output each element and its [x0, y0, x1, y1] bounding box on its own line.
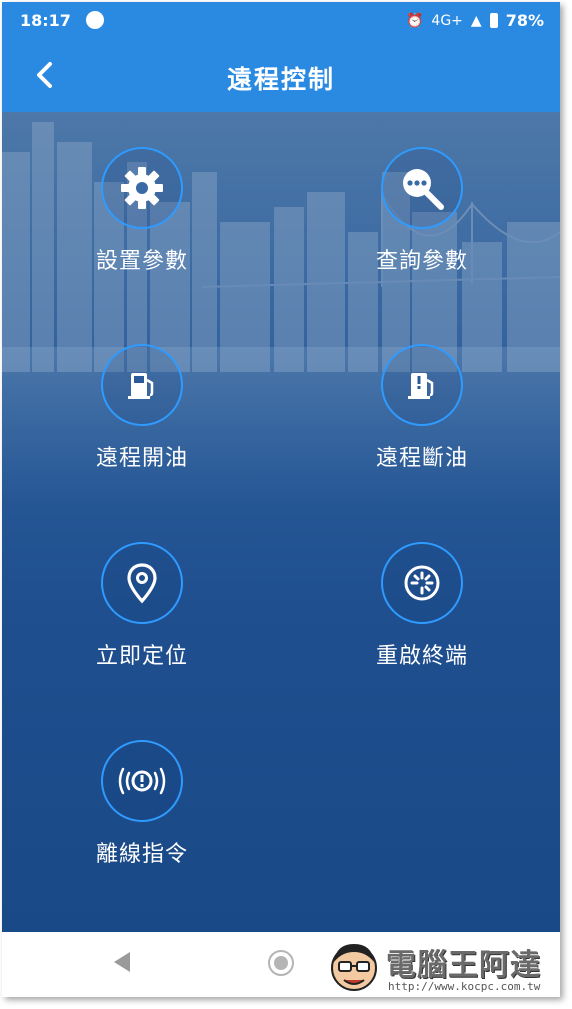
remote-fuel-on-icon-circle [101, 344, 183, 426]
set-parameters-button[interactable]: 設置參數 [72, 147, 212, 275]
search-dots-icon [403, 169, 444, 210]
query-parameters-button[interactable]: 查詢參數 [352, 147, 492, 275]
locate-now-button[interactable]: 立即定位 [72, 542, 212, 670]
set-parameters-icon-circle [101, 147, 183, 229]
alarm-icon: ⏰ [405, 12, 424, 29]
remote-fuel-off-button[interactable]: 遠程斷油 [352, 344, 492, 472]
location-pin-icon [127, 563, 157, 604]
nav-back-button[interactable] [114, 952, 130, 972]
locate-now-label: 立即定位 [95, 644, 188, 669]
watermark-url: http://www.kocpc.com.tw [388, 980, 541, 993]
nav-home-button[interactable] [268, 950, 294, 976]
status-right: ⏰ 4G+ ▲ 78% [406, 11, 544, 30]
signal-icon: ▲ [470, 12, 482, 29]
battery-icon [489, 13, 498, 28]
offline-command-button[interactable]: 離線指令 [72, 740, 212, 868]
battery-percent: 78% [505, 11, 544, 30]
page-title: 遠程控制 [226, 65, 335, 94]
network-label: 4G+ [431, 12, 463, 29]
remote-fuel-off-label: 遠程斷油 [375, 446, 468, 471]
status-time: 18:17 [20, 11, 71, 30]
broadcast-alert-icon [118, 767, 166, 795]
remote-fuel-on-button[interactable]: 遠程開油 [72, 344, 212, 472]
offline-command-label: 離線指令 [95, 842, 188, 867]
watermark-title: 電腦王阿達 [386, 948, 541, 983]
locate-now-icon-circle [101, 542, 183, 624]
mascot-face-icon [331, 944, 377, 991]
restart-icon [404, 565, 440, 601]
query-parameters-icon-circle [381, 147, 463, 229]
offline-command-icon-circle [101, 740, 183, 822]
restart-terminal-label: 重啟終端 [375, 644, 468, 669]
fuel-pump-alert-icon [408, 373, 434, 399]
notification-dot-icon [86, 11, 104, 29]
content-area: 設置參數 查詢參數 遠程開油 遠程斷油 立即定位 重啟終端 離線指令 [2, 112, 560, 932]
fuel-pump-icon [128, 373, 154, 399]
restart-terminal-icon-circle [381, 542, 463, 624]
watermark: 電腦王阿達 http://www.kocpc.com.tw [326, 938, 566, 998]
set-parameters-label: 設置參數 [95, 249, 188, 274]
gear-icon [121, 167, 163, 209]
query-parameters-label: 查詢參數 [375, 249, 468, 274]
remote-fuel-on-label: 遠程開油 [95, 446, 188, 471]
status-bar: 18:17 ⏰ 4G+ ▲ 78% [2, 2, 560, 40]
remote-fuel-off-icon-circle [381, 344, 463, 426]
restart-terminal-button[interactable]: 重啟終端 [352, 542, 492, 670]
app-bar: 遠程控制 [2, 40, 560, 112]
phone-screen: 18:17 ⏰ 4G+ ▲ 78% 遠程控制 設置參數 查詢參數 遠程開油 遠程… [2, 2, 560, 997]
